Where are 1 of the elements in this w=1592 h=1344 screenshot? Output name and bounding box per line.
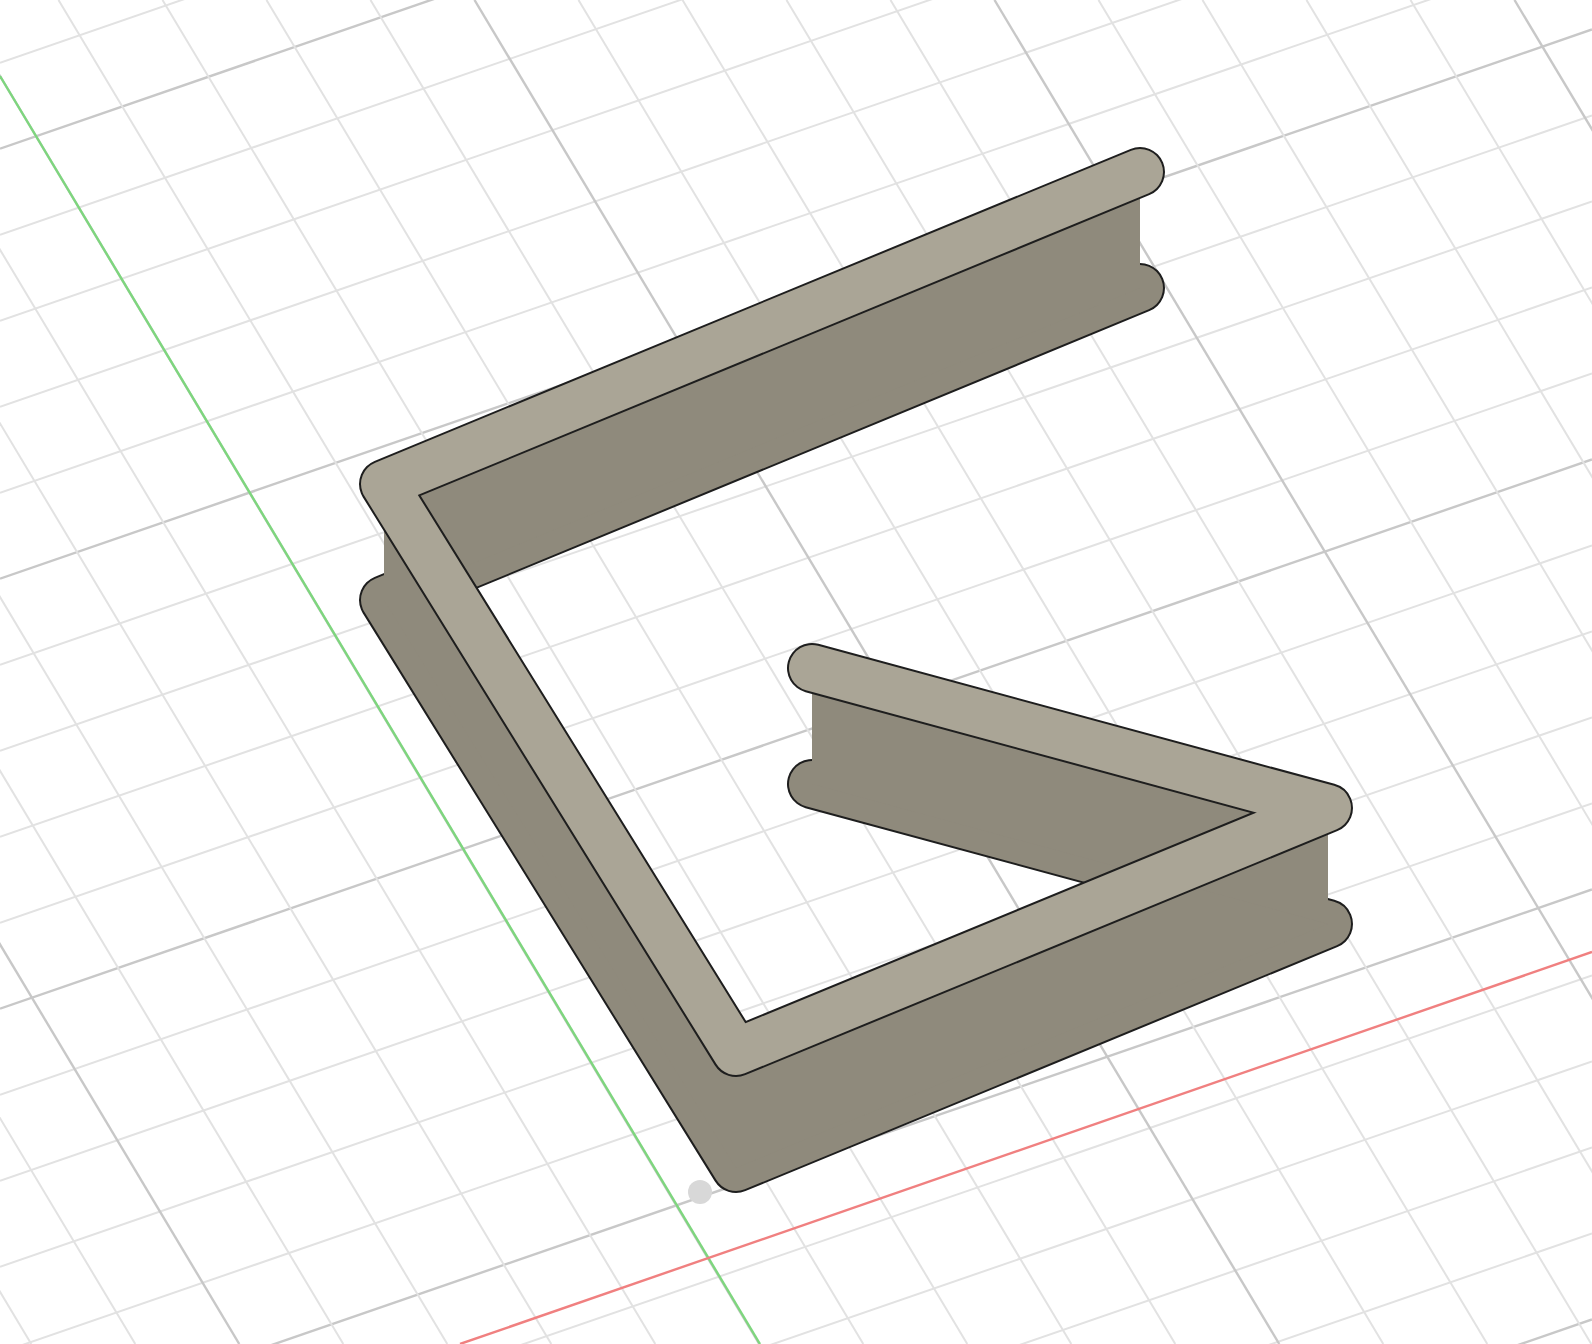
origin-point-icon <box>688 1180 712 1204</box>
